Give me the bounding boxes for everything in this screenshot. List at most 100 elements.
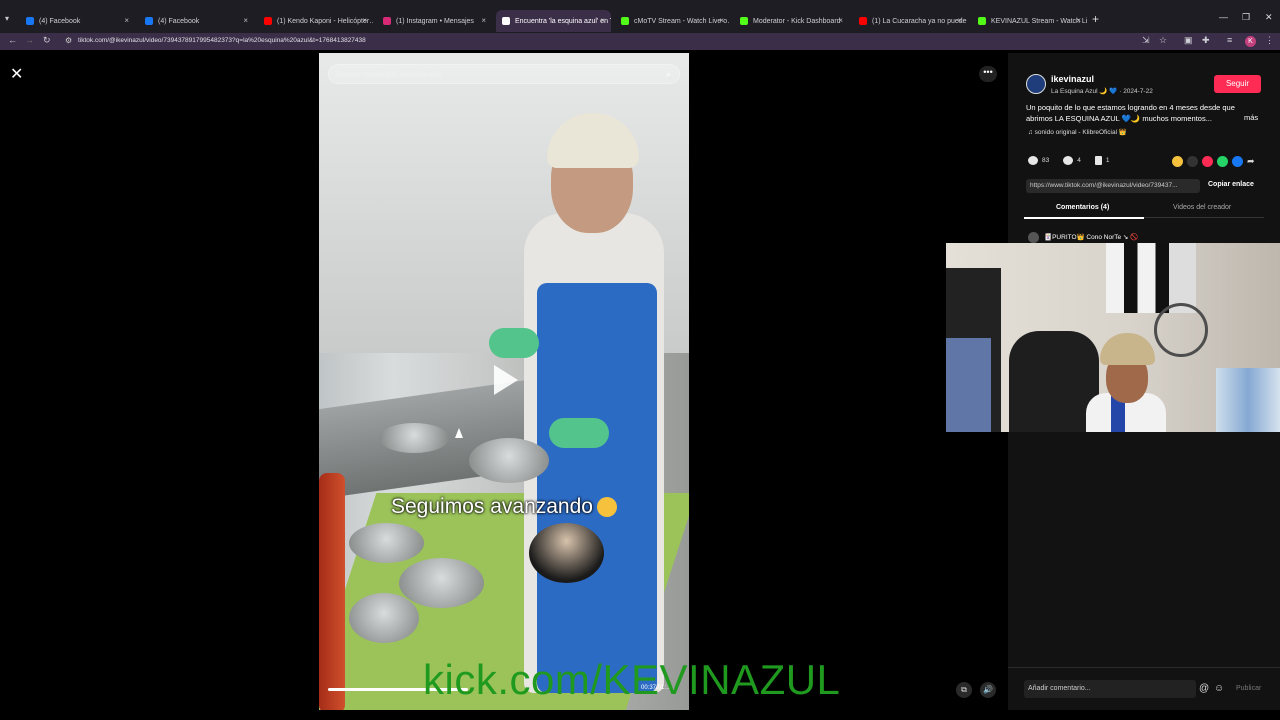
- browser-tab[interactable]: (4) Facebook ×: [20, 10, 135, 32]
- back-button[interactable]: ←: [8, 35, 17, 45]
- emoji-icon[interactable]: ☺: [1214, 683, 1224, 694]
- comment-divider: [1008, 667, 1280, 668]
- pip-icon[interactable]: ⧉: [956, 682, 972, 698]
- active-tab-indicator: [1024, 217, 1144, 219]
- tab-label: KEVINAZUL Stream - Watch Liv…: [991, 17, 1087, 25]
- video-frame-bowl: [349, 523, 424, 563]
- video-frame-bowl: [379, 423, 449, 453]
- tab-label: (1) Instagram • Mensajes: [396, 17, 474, 25]
- follow-button[interactable]: Seguir: [1214, 75, 1261, 93]
- video-link-field[interactable]: https://www.tiktok.com/@ikevinazul/video…: [1026, 179, 1200, 193]
- tab-close-icon[interactable]: ×: [124, 16, 129, 25]
- browser-tab[interactable]: Encuentra 'la esquina azul' en T… ×: [496, 10, 611, 32]
- bookmark-icon: [1094, 156, 1102, 165]
- tab-label: (1) La Cucaracha ya no puede c…: [872, 17, 968, 25]
- browser-tab[interactable]: Moderator - Kick Dashboard ×: [734, 10, 849, 32]
- copy-link-button[interactable]: Copiar enlace: [1208, 181, 1254, 188]
- browser-tab-bar: ▾ (4) Facebook × (4) Facebook × (1) Kendo Ka…: [0, 0, 1280, 33]
- tab-favicon-icon: [621, 17, 629, 25]
- tab-creator-videos[interactable]: Videos del creador: [1173, 204, 1231, 211]
- video-caption: Seguimos avanzando: [319, 495, 689, 519]
- channel-name[interactable]: ikevinazul: [1051, 74, 1094, 84]
- channel-avatar[interactable]: [1026, 74, 1046, 94]
- tab-favicon-icon: [264, 17, 272, 25]
- window-close-button[interactable]: ✕: [1265, 12, 1273, 23]
- minimize-button[interactable]: —: [1219, 12, 1228, 22]
- maximize-button[interactable]: ❐: [1242, 12, 1250, 23]
- tab-close-icon[interactable]: ×: [1076, 16, 1081, 25]
- comment-tabs: Comentarios (4) Videos del creador: [1024, 200, 1264, 219]
- tab-close-icon[interactable]: ×: [362, 16, 367, 25]
- profile-avatar[interactable]: K: [1245, 36, 1256, 47]
- whatsapp-icon[interactable]: [1217, 156, 1228, 167]
- bookmark-star-icon[interactable]: ☆: [1159, 35, 1167, 46]
- share-arrow-icon[interactable]: ➦: [1247, 156, 1258, 167]
- video-player[interactable]: Buscar contenido relacionado ⌕ Seguimos …: [319, 53, 689, 710]
- forward-button[interactable]: →: [25, 35, 34, 45]
- browser-tab[interactable]: (1) Instagram • Mensajes ×: [377, 10, 492, 32]
- search-icon[interactable]: ⌕: [666, 69, 671, 80]
- facebook-icon[interactable]: [1232, 156, 1243, 167]
- install-icon[interactable]: ⇲: [1142, 35, 1150, 46]
- extension-icon[interactable]: ▣: [1184, 35, 1193, 46]
- pleading-face-icon: [596, 497, 617, 518]
- heart-icon: [1028, 156, 1038, 165]
- mention-icon[interactable]: @: [1199, 683, 1209, 694]
- comment-input[interactable]: Añadir comentario...: [1024, 680, 1196, 698]
- more-options-icon[interactable]: •••: [979, 66, 997, 82]
- tab-close-icon[interactable]: ×: [838, 16, 843, 25]
- browser-tab[interactable]: (1) Kendo Kaponi - Helicópter… ×: [258, 10, 373, 32]
- webcam-bottles: [1216, 368, 1280, 432]
- reload-button[interactable]: ↻: [43, 35, 51, 46]
- channel-subtitle: La Esquina Azul 🌙 💙 · 2024-7-22: [1051, 88, 1153, 95]
- tab-search-icon[interactable]: ▾: [5, 14, 9, 23]
- volume-icon[interactable]: 🔊: [980, 682, 996, 698]
- tab-close-icon[interactable]: ×: [243, 16, 248, 25]
- close-icon[interactable]: ✕: [10, 64, 23, 84]
- browser-tab[interactable]: (4) Facebook ×: [139, 10, 254, 32]
- tab-groups-icon[interactable]: ≡: [1227, 35, 1232, 45]
- tab-label: Moderator - Kick Dashboard: [753, 17, 841, 25]
- site-info-icon[interactable]: ⚙: [65, 36, 72, 45]
- sound-link[interactable]: ♫ sonido original - KlibreOficial 👑: [1028, 128, 1127, 136]
- share-friends-icon[interactable]: [1202, 156, 1213, 167]
- publish-button[interactable]: Publicar: [1236, 685, 1261, 692]
- share-row: ➦: [1172, 156, 1258, 167]
- caption-text: Seguimos avanzando: [391, 495, 593, 518]
- comment-icon: [1063, 156, 1074, 165]
- browser-menu-icon[interactable]: ⋮: [1265, 35, 1274, 46]
- new-tab-button[interactable]: +: [1092, 12, 1099, 26]
- tab-favicon-icon: [145, 17, 153, 25]
- webcam-overlay: [946, 243, 1280, 432]
- like-count: 83: [1042, 157, 1050, 165]
- extensions-puzzle-icon[interactable]: ✚: [1202, 35, 1210, 46]
- related-search-input[interactable]: Buscar contenido relacionado ⌕: [328, 64, 680, 84]
- video-frame-apron: [537, 283, 657, 693]
- tab-comments[interactable]: Comentarios (4): [1056, 204, 1109, 211]
- commenter-avatar[interactable]: [1028, 232, 1039, 243]
- like-button[interactable]: 83: [1028, 156, 1049, 165]
- save-button[interactable]: 1: [1094, 156, 1109, 165]
- comment-button[interactable]: 4: [1063, 156, 1081, 165]
- browser-tab[interactable]: KEVINAZUL Stream - Watch Liv…×: [972, 10, 1087, 32]
- browser-tab[interactable]: cMoTV Stream - Watch Live o… ×: [615, 10, 730, 32]
- video-frame-bowl: [529, 523, 604, 583]
- embed-icon[interactable]: [1187, 156, 1198, 167]
- webcam-bed: [946, 338, 991, 432]
- tab-label: Encuentra 'la esquina azul' en T…: [515, 17, 611, 25]
- url-text[interactable]: tiktok.com/@ikevinazul/video/73943789179…: [78, 37, 366, 44]
- video-frame-glove: [489, 328, 539, 358]
- tab-favicon-icon: [502, 17, 510, 25]
- tab-close-icon[interactable]: ×: [957, 16, 962, 25]
- comment-item: 🃏PURITO👑 Cono NorTe ↘ 🚫: [1028, 232, 1138, 243]
- browser-tab[interactable]: (1) La Cucaracha ya no puede c…×: [853, 10, 968, 32]
- tab-close-icon[interactable]: ×: [719, 16, 724, 25]
- commenter-name[interactable]: 🃏PURITO👑 Cono NorTe ↘ 🚫: [1044, 234, 1138, 241]
- more-description-link[interactable]: más: [1244, 113, 1258, 122]
- video-frame-bowl: [399, 558, 484, 608]
- share-emoji-icon[interactable]: [1172, 156, 1183, 167]
- webcam-fan: [1154, 303, 1208, 357]
- play-icon[interactable]: [494, 365, 518, 395]
- tab-close-icon[interactable]: ×: [600, 16, 605, 25]
- tab-close-icon[interactable]: ×: [481, 16, 486, 25]
